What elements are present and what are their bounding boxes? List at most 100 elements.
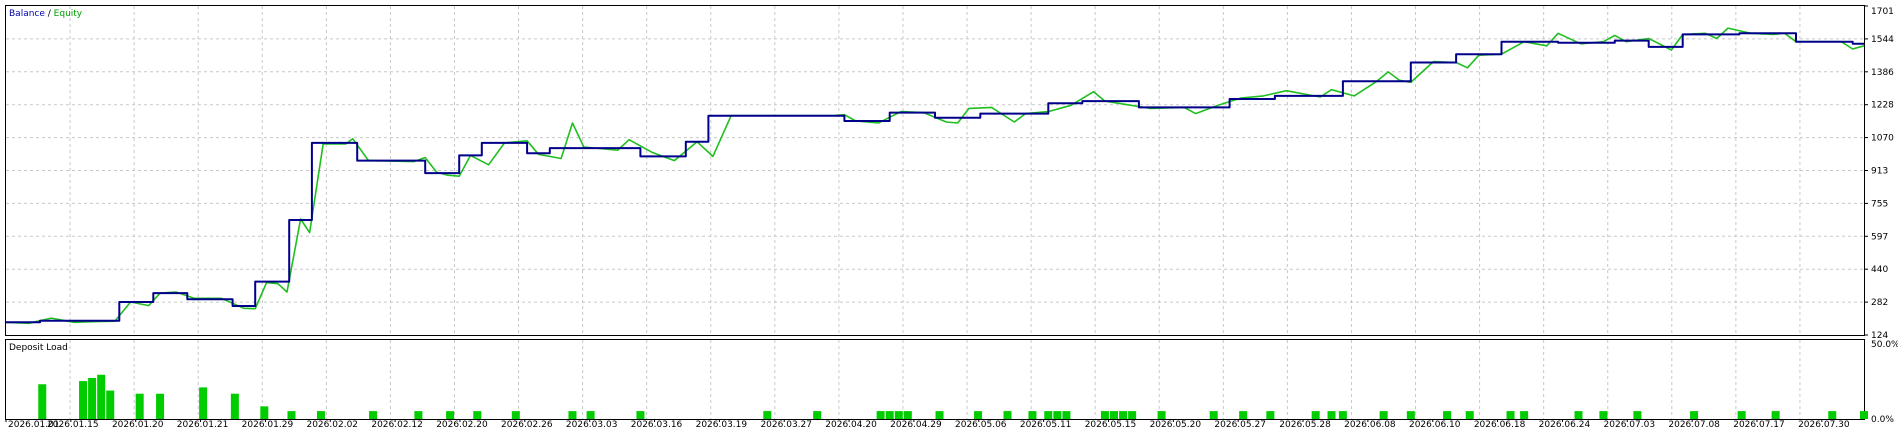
x-tick-label: 2026.02.12 (371, 420, 423, 428)
deposit-y-label-top: 50.0% (1871, 340, 1898, 350)
strategy-tester-graph: 1701154413861228107091375559744028212450… (5, 5, 1898, 428)
deposit-load-bar (1379, 411, 1388, 419)
deposit-load-bar (1506, 411, 1515, 419)
deposit-load-title: Deposit Load (9, 343, 68, 353)
x-tick-label: 2026.03.16 (631, 420, 683, 428)
deposit-load-bar (230, 393, 239, 419)
deposit-load-bar (1266, 411, 1275, 419)
x-tick-label: 2026.01.15 (47, 420, 99, 428)
deposit-load-frame (5, 339, 1865, 420)
deposit-load-bar (1443, 411, 1452, 419)
deposit-load-bar (1771, 411, 1780, 419)
y-tick-label: 1701 (1871, 7, 1894, 17)
deposit-load-bar (97, 374, 106, 419)
deposit-load-bar (1338, 411, 1347, 419)
x-tick-label: 2026.01.21 (177, 420, 229, 428)
deposit-load-bar (473, 411, 482, 419)
y-tick-label: 1544 (1871, 35, 1894, 45)
deposit-load-bar (1633, 411, 1642, 419)
deposit-load-bar (568, 411, 577, 419)
deposit-load-bar (1690, 411, 1699, 419)
legend-balance: Balance (9, 9, 45, 19)
deposit-load-bar (1406, 411, 1415, 419)
deposit-load-bar (1110, 411, 1119, 419)
deposit-load-bar (156, 393, 165, 419)
x-tick-label: 2026.02.20 (436, 420, 488, 428)
deposit-load-bar (446, 411, 455, 419)
deposit-load-bar (1119, 411, 1128, 419)
deposit-load-bar (1520, 411, 1529, 419)
x-tick-label: 2026.07.08 (1668, 420, 1720, 428)
deposit-load-bar (316, 411, 325, 419)
x-axis-labels: 2026.01.012026.01.15 2026.01.20 2026.01.21… (5, 419, 1850, 428)
y-tick-label: 913 (1871, 167, 1888, 177)
deposit-load-bar (1465, 411, 1474, 419)
deposit-load-bar (1327, 411, 1336, 419)
x-tick-label: 2026.05.27 (1214, 420, 1266, 428)
x-tick-label: 2026.04.20 (825, 420, 877, 428)
y-tick-label: 440 (1871, 265, 1888, 275)
x-tick-label: 2026.01.20 (112, 420, 164, 428)
y-tick-label: 1386 (1871, 68, 1894, 78)
deposit-load-bar (876, 411, 885, 419)
deposit-load-bar (813, 411, 822, 419)
x-tick-label: 2026.03.03 (566, 420, 618, 428)
x-tick-label: 2026.06.24 (1539, 420, 1591, 428)
x-tick-label: 2026.05.20 (1150, 420, 1202, 428)
deposit-load-bar (511, 411, 520, 419)
y-tick-label: 282 (1871, 298, 1888, 308)
deposit-load-bar (636, 411, 645, 419)
deposit-load-bar (1028, 411, 1037, 419)
y-tick-label: 755 (1871, 199, 1888, 209)
x-tick-label: 2026.06.18 (1474, 420, 1526, 428)
x-tick-label: 2026.05.28 (1279, 420, 1331, 428)
deposit-load-bar (260, 406, 269, 419)
deposit-load-bar (885, 411, 894, 419)
deposit-load-bar (1128, 411, 1137, 419)
y-axis-labels: 1701154413861228107091375559744028212450… (1864, 5, 1898, 425)
deposit-load-bar (199, 387, 208, 419)
deposit-load-bar (974, 411, 983, 419)
deposit-load-bar (1860, 411, 1868, 419)
x-tick-label: 2026.07.17 (1733, 420, 1785, 428)
x-tick-label: 2026.06.10 (1409, 420, 1461, 428)
x-tick-label: 2026.04.29 (890, 420, 942, 428)
deposit-load-bar (586, 411, 595, 419)
legend: Balance / Equity (9, 9, 83, 19)
deposit-load-bar (1157, 411, 1166, 419)
x-tick-label: 2026.07.30 (1798, 420, 1850, 428)
x-tick-label: 2026.06.08 (1344, 420, 1396, 428)
deposit-load-bar (1003, 411, 1012, 419)
deposit-load-bar (1574, 411, 1583, 419)
x-tick-label: 2026.05.15 (1085, 420, 1137, 428)
deposit-load-bar (935, 411, 944, 419)
deposit-load-bar (1599, 411, 1608, 419)
deposit-load-bar (79, 381, 88, 419)
deposit-load-bar (369, 411, 378, 419)
deposit-load-bar (903, 411, 912, 419)
y-tick-label: 1228 (1871, 101, 1894, 111)
x-tick-label: 2026.02.26 (501, 420, 553, 428)
x-tick-label: 2026.05.06 (955, 420, 1007, 428)
y-tick-label: 597 (1871, 232, 1888, 242)
x-tick-label: 2026.03.19 (696, 420, 748, 428)
deposit-load-bar (135, 393, 144, 419)
deposit-load-bar (287, 411, 296, 419)
deposit-load-bar (1062, 411, 1071, 419)
deposit-load-bar (894, 411, 903, 419)
deposit-load-bar (1737, 411, 1746, 419)
x-tick-label: 2026.03.27 (760, 420, 812, 428)
deposit-load-bar (106, 390, 115, 419)
deposit-load-bar (414, 411, 423, 419)
deposit-load-bar (88, 377, 97, 419)
y-tick-label: 1070 (1871, 134, 1894, 144)
deposit-load-bar (1053, 411, 1062, 419)
deposit-load-bar (1209, 411, 1218, 419)
deposit-load-bar (763, 411, 772, 419)
x-tick-label: 2026.05.11 (1020, 420, 1072, 428)
deposit-load-bar (1100, 411, 1109, 419)
x-tick-label: 2026.02.02 (306, 420, 358, 428)
deposit-y-label-bottom: 0.0% (1871, 415, 1894, 425)
x-tick-label: 2026.01.29 (242, 420, 294, 428)
deposit-load-bar (1828, 411, 1837, 419)
